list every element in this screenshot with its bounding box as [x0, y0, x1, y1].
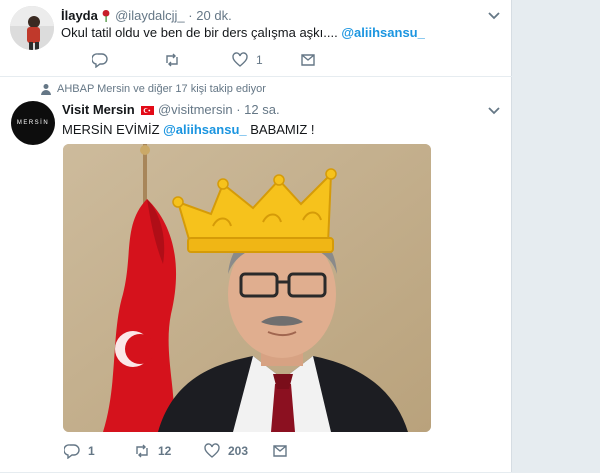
tweet-body: Okul tatil oldu ve ben de bir ders çalış…: [61, 25, 342, 40]
reply-icon: [64, 444, 80, 459]
separator-dot: ·: [236, 102, 241, 117]
social-context-text[interactable]: AHBAP Mersin ve diğer 17 kişi takip ediy…: [57, 83, 266, 95]
tweet-ilayda[interactable]: İlayda @ilaydalcjj_ · 20 dk. Okul tatil …: [0, 0, 512, 77]
avatar[interactable]: [10, 6, 54, 50]
like-count: 1: [256, 53, 263, 67]
tweet-photo[interactable]: [63, 144, 431, 432]
reply-button[interactable]: [92, 52, 164, 68]
timeline: İlayda @ilaydalcjj_ · 20 dk. Okul tatil …: [0, 0, 512, 473]
like-icon: [204, 443, 220, 458]
separator-dot: ·: [188, 8, 193, 23]
tweet-text: MERSİN EVİMİZ @aliihsansu_ BABAMIZ !: [62, 122, 315, 138]
direct-message-icon: [301, 54, 315, 66]
reply-icon: [92, 53, 108, 68]
chevron-down-icon[interactable]: [487, 106, 501, 116]
tweet-body-end: BABAMIZ !: [246, 122, 315, 137]
reply-count: 1: [88, 444, 95, 458]
like-count: 203: [228, 444, 249, 458]
tweet-body-start: MERSİN EVİMİZ: [62, 122, 164, 137]
avatar[interactable]: MERSİN: [11, 101, 55, 145]
retweet-icon: [166, 53, 178, 67]
direct-message-icon: [273, 445, 287, 457]
chevron-down-icon[interactable]: [487, 11, 501, 21]
direct-message-button[interactable]: [272, 443, 288, 459]
display-name[interactable]: Visit Mersin: [62, 102, 135, 117]
person-icon: [41, 84, 51, 95]
tweet-actions: 1: [92, 52, 316, 68]
timestamp[interactable]: 12 sa.: [244, 102, 279, 117]
mention-link[interactable]: @aliihsansu_: [341, 25, 424, 40]
user-handle[interactable]: @ilaydalcjj_: [115, 8, 185, 23]
tweet-actions: 1 12 203: [64, 443, 288, 459]
mention-link[interactable]: @aliihsansu_: [163, 122, 246, 137]
turkey-flag-icon: [141, 106, 155, 116]
tweet-text: Okul tatil oldu ve ben de bir ders çalış…: [61, 25, 425, 41]
right-sidebar: [513, 0, 600, 473]
tweet-header: İlayda @ilaydalcjj_ · 20 dk.: [61, 8, 232, 24]
retweet-count: 12: [158, 444, 172, 458]
retweet-icon: [136, 444, 148, 458]
retweet-button[interactable]: [164, 52, 232, 68]
retweet-button[interactable]: 12: [134, 443, 204, 459]
rose-emoji-icon: [101, 8, 115, 23]
like-button[interactable]: 203: [204, 443, 272, 459]
photo-illustration: [63, 144, 431, 432]
like-icon: [232, 52, 248, 67]
avatar-photo: [10, 6, 54, 50]
tweet-header: Visit Mersin @visitmersin · 12 sa.: [62, 102, 280, 118]
avatar-logo-text: MERSİN: [16, 120, 50, 126]
timestamp[interactable]: 20 dk.: [196, 8, 231, 23]
user-handle[interactable]: @visitmersin: [158, 102, 233, 117]
social-context: AHBAP Mersin ve diğer 17 kişi takip ediy…: [40, 83, 266, 95]
display-name[interactable]: İlayda: [61, 8, 98, 23]
reply-button[interactable]: 1: [64, 443, 134, 459]
direct-message-button[interactable]: [300, 52, 316, 68]
tweet-visitmersin[interactable]: AHBAP Mersin ve diğer 17 kişi takip ediy…: [0, 77, 512, 473]
like-button[interactable]: 1: [232, 52, 300, 68]
